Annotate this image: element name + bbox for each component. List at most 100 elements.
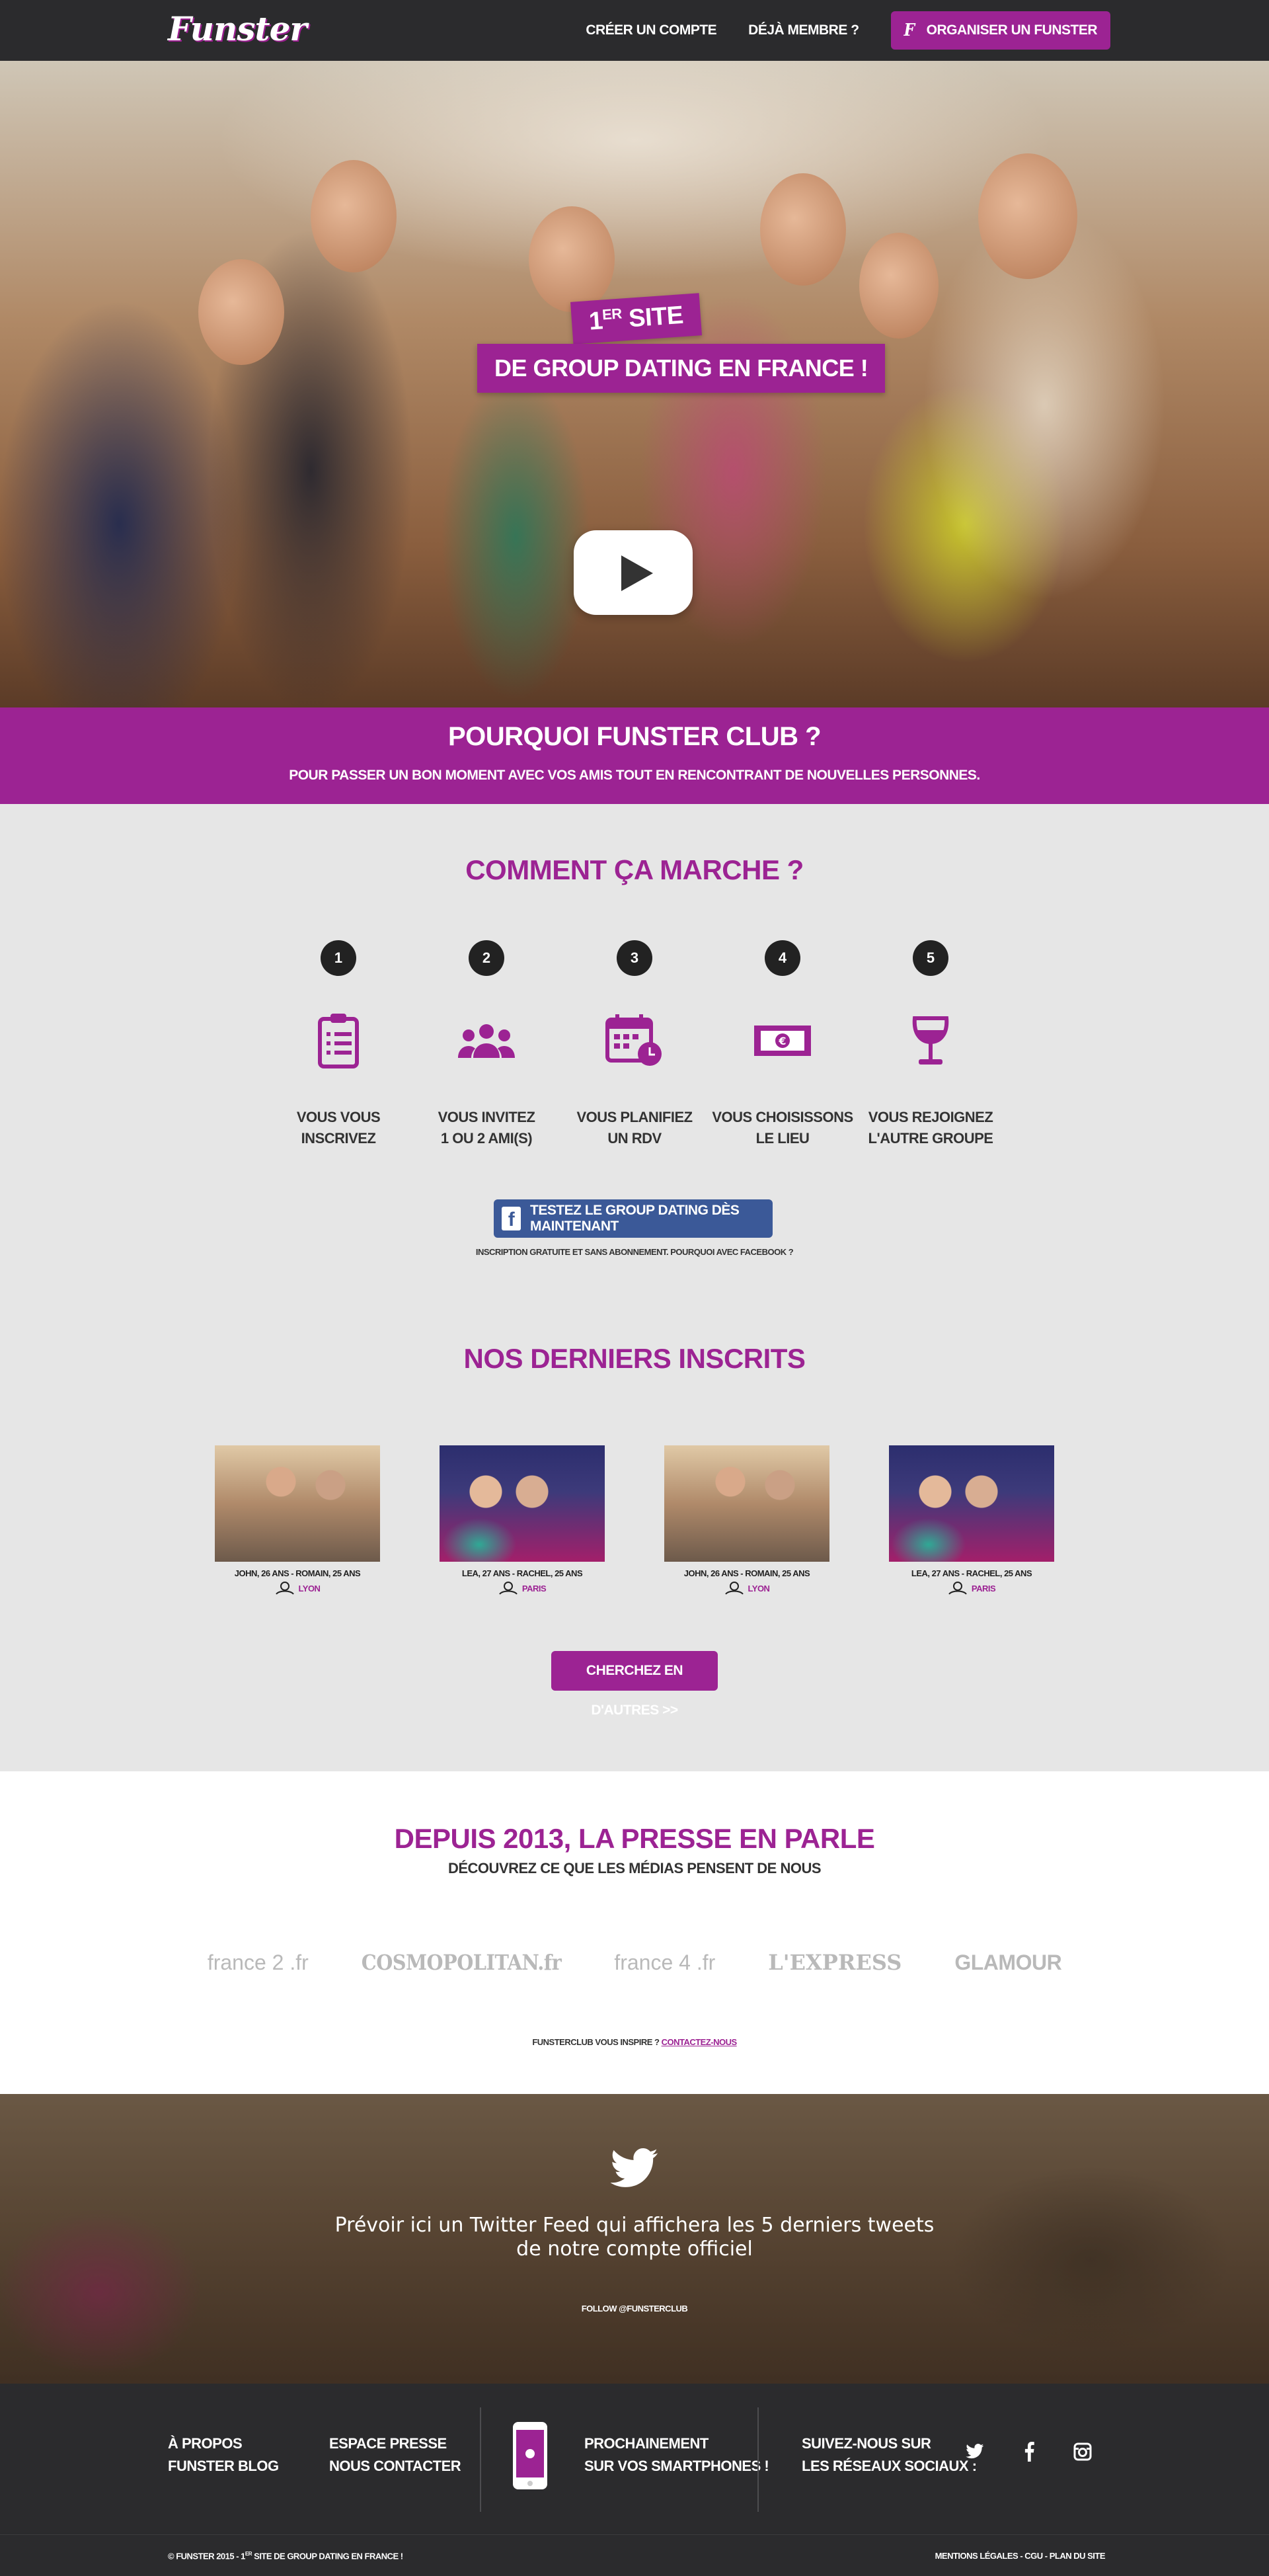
twitter-icon[interactable] <box>965 2444 985 2463</box>
calendar-icon <box>560 1001 709 1080</box>
france2-logo[interactable]: france 2 .fr <box>208 1951 309 1975</box>
member-location: LYON <box>664 1581 829 1595</box>
twitter-feed-content: Prévoir ici un Twitter Feed qui afficher… <box>0 2094 1269 2314</box>
step-signup: 1 VOUS VOUS INSCRIVEZ <box>264 940 412 1149</box>
how-it-works-section: COMMENT ÇA MARCHE ? 1 VOUS VOUS INSCRIVEZ… <box>0 804 1269 1771</box>
member-card[interactable]: LEA, 27 ANS - RACHEL, 25 ANS PARIS <box>889 1445 1054 1595</box>
first-site-badge: 1ER SITE <box>570 293 702 344</box>
step-join: 5 VOUS REJOIGNEZ L'AUTRE GROUPE <box>857 940 1005 1149</box>
step-label: VOUS VOUS INSCRIVEZ <box>296 1109 381 1147</box>
clipboard-icon <box>264 1001 412 1080</box>
facebook-icon[interactable] <box>1023 2442 1035 2465</box>
soon-line2: SUR VOS SMARTPHONES ! <box>584 2458 769 2474</box>
instagram-icon[interactable] <box>1073 2442 1092 2464</box>
twitter-bird-icon <box>0 2094 1269 2194</box>
member-card[interactable]: JOHN, 26 ANS - ROMAIN, 25 ANS LYON <box>664 1445 829 1595</box>
funster-logo[interactable]: Funster <box>168 9 307 48</box>
twitter-feed-text: Prévoir ici un Twitter Feed qui afficher… <box>334 2214 935 2261</box>
create-account-link[interactable]: CRÉER UN COMPTE <box>586 22 716 38</box>
member-names: JOHN, 26 ANS - ROMAIN, 25 ANS <box>683 1568 810 1578</box>
footer-divider <box>757 2407 759 2512</box>
member-names: LEA, 27 ANS - RACHEL, 25 ANS <box>911 1568 1032 1578</box>
cosmopolitan-logo[interactable]: COSMOPOLITAN.fr <box>362 1950 562 1975</box>
group-dating-badge: DE GROUP DATING EN FRANCE ! <box>477 344 886 393</box>
main-nav: CRÉER UN COMPTE DÉJÀ MEMBRE ? F ORGANISE… <box>586 0 1110 61</box>
step-number: 3 <box>617 940 652 976</box>
glamour-logo[interactable]: GLAMOUR <box>954 1951 1061 1975</box>
hero-person-face <box>529 206 615 312</box>
step-label: VOUS REJOIGNEZ L'AUTRE GROUPE <box>868 1109 993 1147</box>
group-icon <box>412 1001 560 1080</box>
member-card[interactable]: JOHN, 26 ANS - ROMAIN, 25 ANS LYON <box>215 1445 380 1595</box>
footer-links-col1: À PROPOS FUNSTER BLOG <box>168 2433 279 2477</box>
already-member-link[interactable]: DÉJÀ MEMBRE ? <box>748 22 859 38</box>
soon-line1: PROCHAINEMENT <box>584 2435 709 2452</box>
organize-funster-label: ORGANISER UN FUNSTER <box>926 22 1098 38</box>
press-inspire-text: FUNSTERCLUB VOUS INSPIRE ? <box>532 2037 662 2047</box>
hero-person-face <box>311 160 397 272</box>
app-coming-soon: PROCHAINEMENT SUR VOS SMARTPHONES ! <box>584 2433 769 2477</box>
press-logos: france 2 .fr COSMOPOLITAN.fr france 4 .f… <box>0 1950 1269 1975</box>
member-photo <box>664 1445 829 1562</box>
footer-divider <box>480 2407 481 2512</box>
top-navigation-bar: Funster CRÉER UN COMPTE DÉJÀ MEMBRE ? F … <box>0 0 1269 61</box>
facebook-signup-label: TESTEZ LE GROUP DATING DÈS MAINTENANT <box>530 1203 740 1234</box>
member-city: LYON <box>748 1583 770 1593</box>
step-label: VOUS PLANIFIEZ UN RDV <box>576 1109 693 1147</box>
about-link[interactable]: À PROPOS <box>168 2433 279 2455</box>
search-more-button[interactable]: CHERCHEZ EN D'AUTRES >> <box>551 1651 718 1718</box>
member-location: LYON <box>215 1581 380 1595</box>
member-names: JOHN, 26 ANS - ROMAIN, 25 ANS <box>234 1568 361 1578</box>
member-names: LEA, 27 ANS - RACHEL, 25 ANS <box>461 1568 583 1578</box>
social-line2: LES RÉSEAUX SOCIAUX : <box>802 2458 977 2474</box>
step-label: VOUS CHOISISSONS LE LIEU <box>712 1109 853 1147</box>
hero-person-face <box>978 153 1077 279</box>
press-subtitle: DÉCOUVREZ CE QUE LES MÉDIAS PENSENT DE N… <box>447 1860 822 1876</box>
footer-links-col2: ESPACE PRESSE NOUS CONTACTER <box>329 2433 461 2477</box>
location-pin-icon <box>275 1582 294 1595</box>
why-title: POURQUOI FUNSTER CLUB ? <box>447 722 822 751</box>
step-number: 4 <box>765 940 800 976</box>
why-subtitle: POUR PASSER UN BON MOMENT AVEC VOS AMIS … <box>289 768 980 783</box>
copyright-text: © FUNSTER 2015 - 1ER SITE DE GROUP DATIN… <box>168 2551 403 2561</box>
member-location: PARIS <box>889 1581 1054 1595</box>
organize-funster-button[interactable]: F ORGANISER UN FUNSTER <box>890 11 1110 50</box>
facebook-signup-note[interactable]: INSCRIPTION GRATUITE ET SANS ABONNEMENT.… <box>0 1247 1269 1257</box>
svg-text:€: € <box>778 1035 786 1047</box>
contact-link[interactable]: NOUS CONTACTER <box>329 2455 461 2477</box>
location-pin-icon <box>499 1582 518 1595</box>
badge-site-text: SITE <box>621 301 685 334</box>
step-location: 4 € VOUS CHOISISSONS LE LIEU <box>709 940 857 1149</box>
latest-members-title: NOS DERNIERS INSCRITS <box>463 1343 806 1374</box>
follow-twitter-link[interactable]: FOLLOW @FUNSTERCLUB <box>0 2304 1269 2314</box>
badge-ordinal: ER <box>601 305 623 323</box>
facebook-icon: f <box>502 1207 521 1230</box>
how-title: COMMENT ÇA MARCHE ? <box>465 854 804 885</box>
banknote-icon: € <box>709 1001 857 1080</box>
social-icons <box>965 2442 1092 2465</box>
contact-us-link[interactable]: CONTACTEZ-NOUS <box>662 2037 738 2047</box>
step-number: 2 <box>469 940 504 976</box>
step-number: 1 <box>321 940 356 976</box>
hero-person-face <box>198 259 284 365</box>
hero-banner: 1ER SITE DE GROUP DATING EN FRANCE ! <box>0 61 1269 707</box>
legal-links[interactable]: MENTIONS LÉGALES - CGU - PLAN DU SITE <box>935 2551 1106 2561</box>
step-number: 5 <box>913 940 948 976</box>
member-location: PARIS <box>440 1581 605 1595</box>
member-card[interactable]: LEA, 27 ANS - RACHEL, 25 ANS PARIS <box>440 1445 605 1595</box>
france4-logo[interactable]: france 4 .fr <box>614 1951 715 1975</box>
badge-number: 1 <box>588 307 604 336</box>
location-pin-icon <box>948 1582 967 1595</box>
step-invite: 2 VOUS INVITEZ 1 OU 2 AMI(S) <box>412 940 560 1149</box>
wine-glass-icon <box>857 1001 1005 1080</box>
press-contact-line: FUNSTERCLUB VOUS INSPIRE ? CONTACTEZ-NOU… <box>0 2037 1269 2047</box>
location-pin-icon <box>724 1582 744 1595</box>
press-title: DEPUIS 2013, LA PRESSE EN PARLE <box>394 1823 875 1854</box>
facebook-signup-button[interactable]: f TESTEZ LE GROUP DATING DÈS MAINTENANT <box>494 1199 773 1238</box>
press-section: DEPUIS 2013, LA PRESSE EN PARLE DÉCOUVRE… <box>0 1771 1269 2094</box>
blog-link[interactable]: FUNSTER BLOG <box>168 2455 279 2477</box>
press-space-link[interactable]: ESPACE PRESSE <box>329 2433 461 2455</box>
member-photo <box>889 1445 1054 1562</box>
lexpress-logo[interactable]: L'EXPRESS <box>768 1950 902 1975</box>
video-play-button[interactable] <box>574 530 693 615</box>
